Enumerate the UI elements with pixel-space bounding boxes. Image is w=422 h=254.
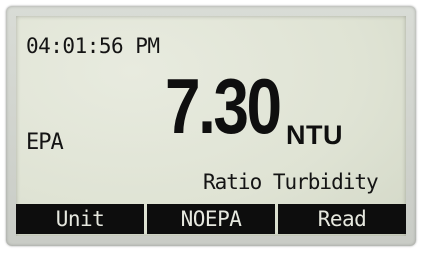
- noepa-softkey[interactable]: NOEPA: [147, 204, 275, 234]
- reading-unit: NTU: [286, 120, 343, 150]
- clock-time: 04:01:56 PM: [26, 34, 160, 58]
- lcd-display: 04:01:56 PM EPA 7.30 NTU Ratio Turbidity…: [16, 16, 406, 236]
- turbidity-reading: 7.30: [165, 62, 282, 150]
- compliance-mode-indicator: EPA: [26, 130, 64, 155]
- read-softkey[interactable]: Read: [278, 204, 406, 234]
- unit-softkey[interactable]: Unit: [16, 204, 144, 234]
- softkey-bar: Unit NOEPA Read: [16, 204, 406, 234]
- measurement-mode-label: Ratio Turbidity: [203, 170, 379, 194]
